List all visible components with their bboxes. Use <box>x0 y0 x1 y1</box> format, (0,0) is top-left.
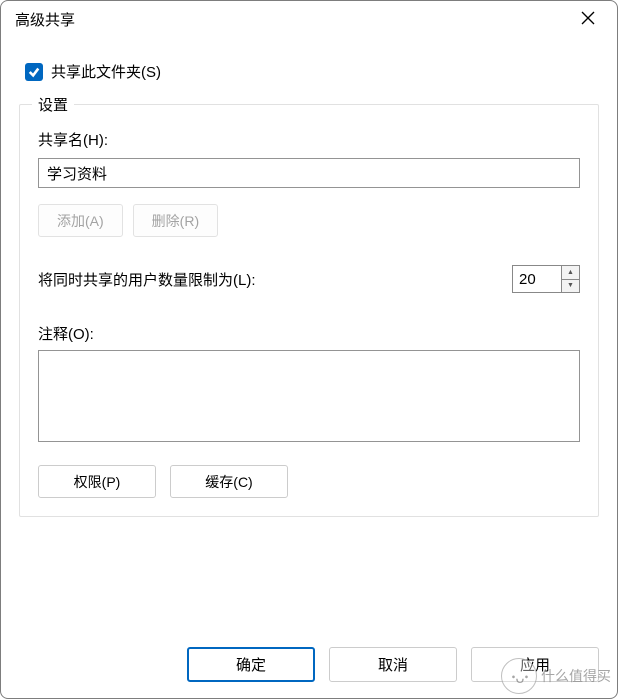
spinner-up-icon[interactable]: ▲ <box>562 266 579 280</box>
watermark-text: 什么值得买 <box>541 666 611 686</box>
spinner-buttons: ▲ ▼ <box>561 266 579 292</box>
user-limit-label: 将同时共享的用户数量限制为(L): <box>38 269 256 290</box>
permissions-button[interactable]: 权限(P) <box>38 465 156 498</box>
ok-button[interactable]: 确定 <box>187 647 315 682</box>
share-folder-label: 共享此文件夹(S) <box>51 61 161 82</box>
share-folder-row: 共享此文件夹(S) <box>25 61 599 82</box>
close-icon[interactable] <box>573 6 603 32</box>
watermark-logo-icon: ･ᴗ･ <box>501 658 537 694</box>
share-folder-checkbox[interactable] <box>25 63 43 81</box>
spinner-down-icon[interactable]: ▼ <box>562 280 579 293</box>
watermark: ･ᴗ･ 什么值得买 <box>501 658 611 694</box>
comment-textarea[interactable] <box>38 350 580 442</box>
user-limit-input[interactable] <box>513 266 561 292</box>
settings-fieldset: 设置 共享名(H): 添加(A) 删除(R) 将同时共享的用户数量限制为(L):… <box>19 104 599 517</box>
window-title: 高级共享 <box>15 9 75 30</box>
advanced-sharing-dialog: 高级共享 共享此文件夹(S) 设置 共享名(H): 添加(A) 删除(R) 将同… <box>0 0 618 699</box>
share-name-label: 共享名(H): <box>38 129 580 150</box>
share-name-input[interactable] <box>38 158 580 188</box>
cache-button[interactable]: 缓存(C) <box>170 465 288 498</box>
dialog-content: 共享此文件夹(S) 设置 共享名(H): 添加(A) 删除(R) 将同时共享的用… <box>1 37 617 517</box>
add-button[interactable]: 添加(A) <box>38 204 123 237</box>
remove-button[interactable]: 删除(R) <box>133 204 218 237</box>
user-limit-spinner: ▲ ▼ <box>512 265 580 293</box>
titlebar: 高级共享 <box>1 1 617 37</box>
settings-legend: 设置 <box>32 94 74 115</box>
cancel-button[interactable]: 取消 <box>329 647 457 682</box>
permissions-row: 权限(P) 缓存(C) <box>38 465 580 498</box>
user-limit-row: 将同时共享的用户数量限制为(L): ▲ ▼ <box>38 265 580 293</box>
comment-label: 注释(O): <box>38 323 580 344</box>
add-remove-row: 添加(A) 删除(R) <box>38 204 580 237</box>
